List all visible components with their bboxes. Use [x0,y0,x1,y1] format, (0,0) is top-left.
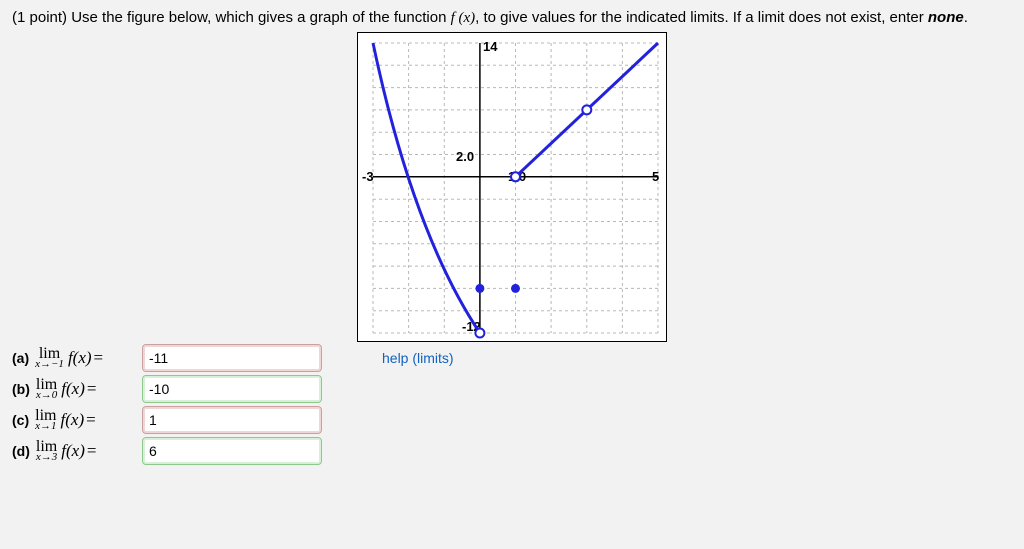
axis-label-y-mid: 2.0 [456,149,474,164]
answers-block: (a) lim x→−1 f(x)= help (limits) (b) lim… [12,344,1012,465]
problem-suffix: . [964,9,968,26]
answer-input-b[interactable] [142,375,322,403]
limit-sub: x→−1 [35,360,64,369]
answer-input-c[interactable] [142,406,322,434]
answer-row-b: (b) lim x→0 f(x)= [12,375,1012,403]
problem-prefix: (1 point) Use the figure below, which gi… [12,9,451,26]
part-letter: (a) [12,350,29,366]
limit-sub: x→1 [35,422,56,431]
part-letter: (c) [12,412,29,428]
none-word: none [928,9,964,26]
graph-figure: 14 2.0 -12 -3 1.0 5 [357,32,667,342]
answer-row-c: (c) lim x→1 f(x)= [12,406,1012,434]
answer-input-d[interactable] [142,437,322,465]
help-link[interactable]: help (limits) [382,350,454,366]
axis-label-x-right: 5 [652,169,659,184]
answer-row-d: (d) lim x→3 f(x)= [12,437,1012,465]
function-symbol: f (x) [451,10,476,26]
limit-sub: x→0 [36,391,57,400]
answer-row-a: (a) lim x→−1 f(x)= help (limits) [12,344,1012,372]
part-letter: (d) [12,443,30,459]
problem-middle: , to give values for the indicated limit… [475,9,928,26]
problem-text: (1 point) Use the figure below, which gi… [12,8,1012,28]
axis-label-x-left: -3 [362,169,374,184]
part-letter: (b) [12,381,30,397]
axis-label-y-top: 14 [483,39,498,54]
answer-input-a[interactable] [142,344,322,372]
limit-sub: x→3 [36,453,57,462]
